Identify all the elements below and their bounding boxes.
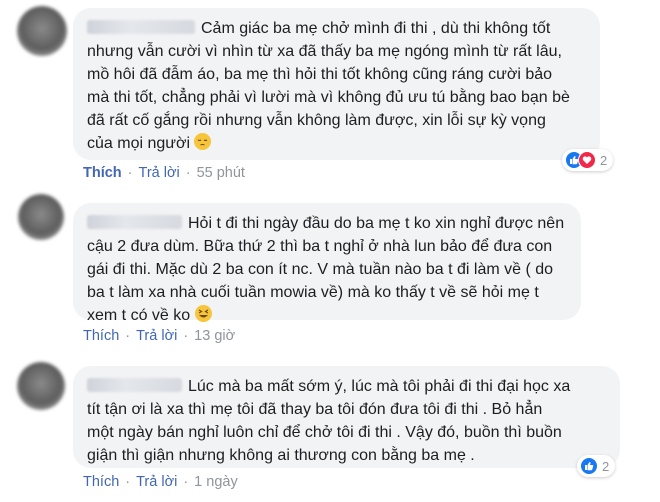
timestamp[interactable]: 55 phút bbox=[197, 165, 245, 181]
separator: · bbox=[125, 328, 131, 344]
separator: · bbox=[185, 165, 191, 181]
like-button[interactable]: Thích bbox=[83, 328, 119, 344]
separator: · bbox=[127, 165, 133, 181]
comment-text: Cảm giác ba mẹ chở mình đi thi , dù thi … bbox=[87, 20, 570, 152]
comment-bubble: Cảm giác ba mẹ chở mình đi thi , dù thi … bbox=[73, 8, 600, 160]
comment-bubble: Lúc mà ba mất sớm ý, lúc mà tôi phải đi … bbox=[73, 366, 620, 468]
commenter-name[interactable] bbox=[87, 20, 195, 34]
avatar[interactable] bbox=[18, 194, 64, 240]
separator: · bbox=[125, 474, 131, 490]
timestamp[interactable]: 1 ngày bbox=[194, 474, 238, 490]
reaction-summary[interactable]: 2 bbox=[562, 149, 614, 171]
comment-actions: Thích · Trả lời · 13 giờ bbox=[83, 328, 235, 344]
like-reaction-icon bbox=[580, 457, 598, 475]
like-button[interactable]: Thích bbox=[83, 165, 122, 181]
reply-button[interactable]: Trả lời bbox=[136, 328, 177, 344]
like-button[interactable]: Thích bbox=[83, 474, 119, 490]
separator: · bbox=[183, 474, 189, 490]
comment-bubble: Hỏi t đi thi ngày đầu do ba mẹ t ko xin … bbox=[73, 203, 581, 324]
separator: · bbox=[183, 328, 189, 344]
comment-actions: Thích · Trả lời · 1 ngày bbox=[83, 474, 238, 490]
grinning-squinting-face-icon bbox=[194, 305, 212, 322]
reaction-summary[interactable]: 2 bbox=[577, 455, 616, 477]
reply-button[interactable]: Trả lời bbox=[136, 474, 177, 490]
reaction-count: 2 bbox=[602, 458, 610, 474]
love-reaction-icon bbox=[578, 151, 596, 169]
reply-button[interactable]: Trả lời bbox=[139, 165, 180, 181]
timestamp[interactable]: 13 giờ bbox=[194, 328, 235, 344]
comment-actions: Thích · Trả lời · 55 phút bbox=[83, 165, 245, 181]
avatar[interactable] bbox=[17, 6, 67, 56]
reaction-count: 2 bbox=[600, 152, 608, 168]
avatar[interactable] bbox=[17, 362, 65, 410]
comment-text: Hỏi t đi thi ngày đầu do ba mẹ t ko xin … bbox=[87, 215, 565, 324]
commenter-name[interactable] bbox=[87, 215, 182, 229]
commenter-name[interactable] bbox=[87, 378, 182, 392]
pensive-face-icon bbox=[194, 133, 212, 150]
